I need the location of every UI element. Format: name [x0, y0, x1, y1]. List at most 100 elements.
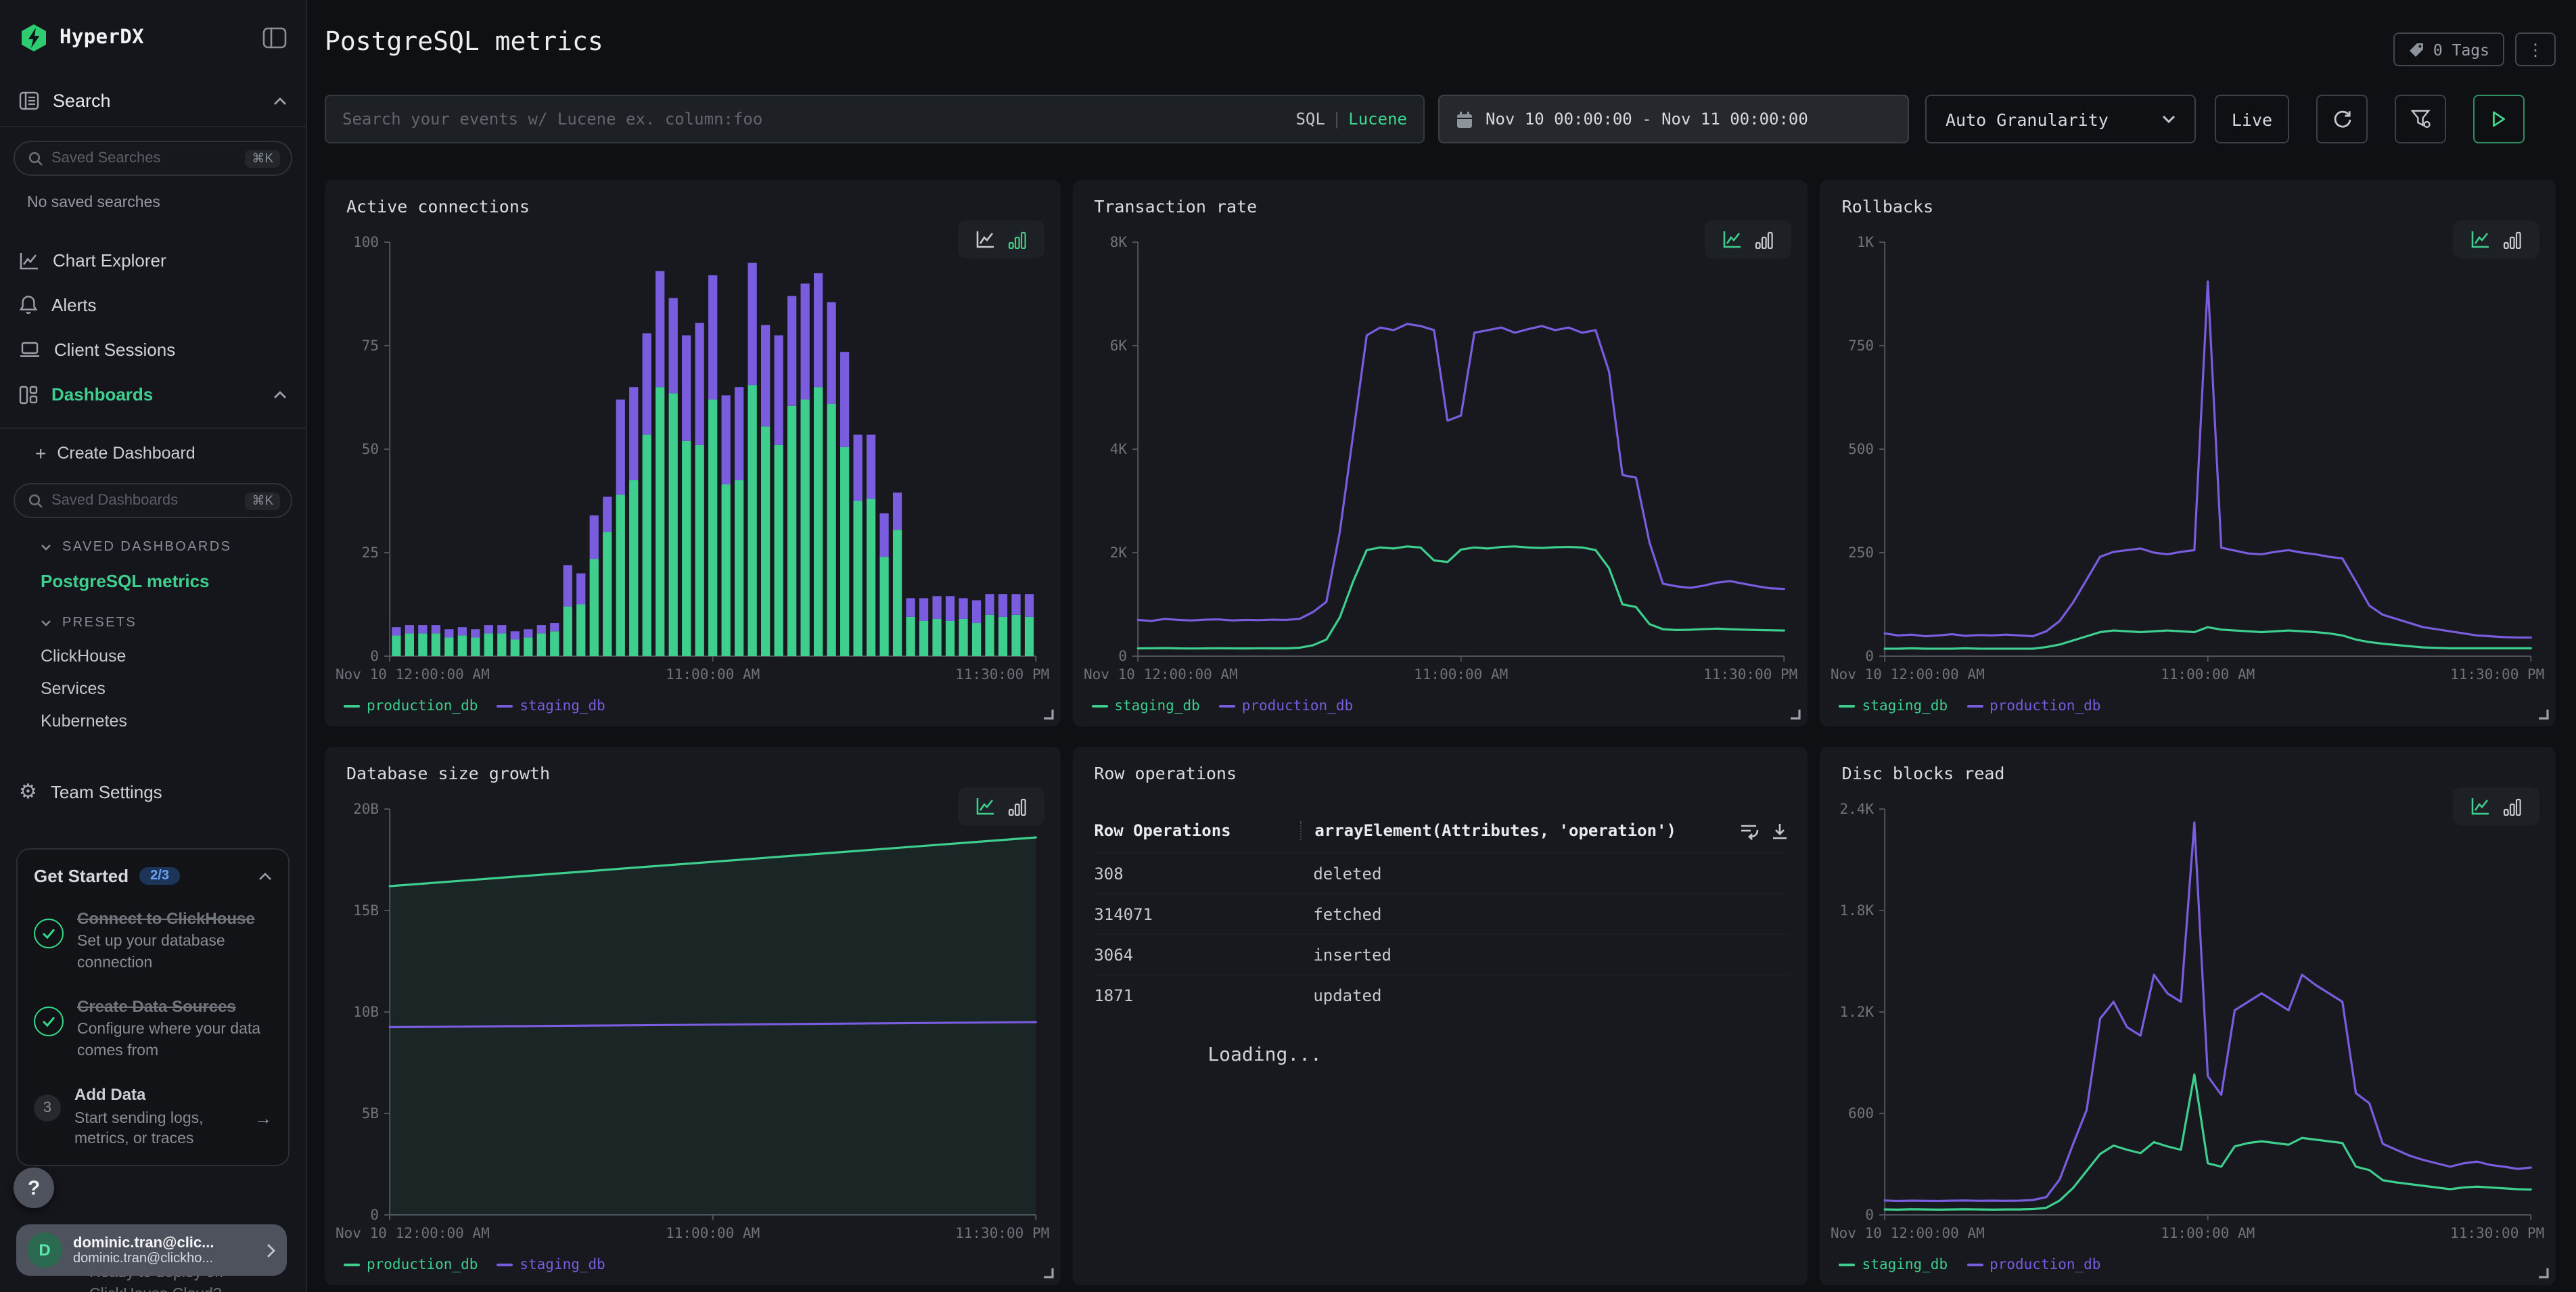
- panel-resize-handle[interactable]: [2537, 708, 2549, 720]
- table-row[interactable]: 3064inserted: [1094, 933, 1789, 974]
- refresh-button[interactable]: [2316, 95, 2368, 143]
- svg-text:100: 100: [353, 233, 379, 250]
- chart-canvas[interactable]: 06001.2K1.8K2.4KNov 10 12:00:00 AM11:00:…: [1820, 747, 2556, 1285]
- get-started-item-add-data[interactable]: 3 Add Data Start sending logs, metrics, …: [34, 1084, 272, 1151]
- legend-item-staging-db[interactable]: staging_db: [1839, 1257, 1948, 1273]
- legend-item-staging-db[interactable]: staging_db: [497, 1257, 605, 1273]
- saved-searches-input[interactable]: Saved Searches ⌘K: [14, 141, 292, 176]
- bar-chart-toggle-icon: [2503, 798, 2522, 815]
- live-button[interactable]: Live: [2215, 95, 2289, 143]
- get-started-item-connect[interactable]: Connect to ClickHouse Set up your databa…: [34, 908, 272, 974]
- table-row[interactable]: 314071fetched: [1094, 893, 1789, 933]
- sidebar-item-alerts[interactable]: Alerts: [0, 283, 306, 327]
- table-row[interactable]: 308deleted: [1094, 852, 1789, 893]
- chart-type-toggle: [957, 221, 1044, 258]
- table-cell-operation: updated: [1313, 986, 1724, 1005]
- chevron-up-icon[interactable]: [258, 872, 272, 880]
- table-col1-header[interactable]: Row Operations: [1094, 821, 1313, 840]
- sidebar-item-label: Client Sessions: [54, 340, 287, 360]
- chart-type-toggle: [2453, 221, 2539, 258]
- panel-resize-handle[interactable]: [2537, 1266, 2549, 1278]
- sidebar-item-kubernetes[interactable]: Kubernetes: [0, 705, 306, 737]
- lucene-toggle[interactable]: Lucene: [1348, 110, 1407, 129]
- toggle-line-button[interactable]: [2470, 797, 2491, 816]
- sidebar-item-dashboards[interactable]: Dashboards: [0, 372, 306, 417]
- panel-resize-handle[interactable]: [1789, 708, 1801, 720]
- chart-canvas[interactable]: 05B10B15B20BNov 10 12:00:00 AM11:00:00 A…: [325, 747, 1060, 1285]
- chart-canvas[interactable]: 02K4K6K8KNov 10 12:00:00 AM11:00:00 AM11…: [1072, 180, 1808, 726]
- granularity-select[interactable]: Auto Granularity: [1925, 95, 2196, 143]
- toggle-line-button[interactable]: [2470, 230, 2491, 249]
- arrow-right-icon: →: [254, 1107, 272, 1128]
- legend-item-production-db[interactable]: production_db: [344, 1257, 478, 1273]
- legend-label: staging_db: [520, 1257, 605, 1273]
- toggle-bar-button[interactable]: [2503, 798, 2522, 815]
- help-button[interactable]: ?: [14, 1168, 54, 1208]
- legend-item-production-db[interactable]: production_db: [344, 698, 478, 714]
- sql-toggle[interactable]: SQL: [1295, 110, 1325, 129]
- legend-swatch: [1839, 1264, 1856, 1266]
- user-name: dominic.tran@clic...: [73, 1235, 256, 1251]
- table-col2-header[interactable]: arrayElement(Attributes, 'operation'): [1300, 821, 1724, 840]
- filter-button[interactable]: [2395, 95, 2446, 143]
- legend-swatch: [1967, 705, 1983, 708]
- legend-item-production-db[interactable]: production_db: [1967, 698, 2100, 714]
- presets-header[interactable]: PRESETS: [0, 605, 306, 640]
- date-range-label: Nov 10 00:00:00 - Nov 11 00:00:00: [1486, 110, 1808, 129]
- panel-resize-handle[interactable]: [1041, 1266, 1053, 1278]
- legend-item-staging-db[interactable]: staging_db: [1091, 698, 1199, 714]
- search-placeholder: Search your events w/ Lucene ex. column:…: [342, 110, 1285, 129]
- saved-dashboards-header[interactable]: SAVED DASHBOARDS: [0, 529, 306, 564]
- get-started-item-sources[interactable]: Create Data Sources Configure where your…: [34, 996, 272, 1062]
- run-query-button[interactable]: [2473, 95, 2525, 143]
- get-started-item-label: Add Data: [74, 1084, 241, 1106]
- sidebar-item-team-settings[interactable]: ⚙ Team Settings: [0, 770, 306, 813]
- search-input[interactable]: Search your events w/ Lucene ex. column:…: [325, 95, 1425, 143]
- svg-text:2K: 2K: [1109, 544, 1127, 561]
- legend-item-production-db[interactable]: production_db: [1967, 1257, 2100, 1273]
- line-chart-toggle-icon: [2470, 797, 2491, 816]
- sidebar-item-chart-explorer[interactable]: Chart Explorer: [0, 238, 306, 283]
- legend-item-production-db[interactable]: production_db: [1219, 698, 1353, 714]
- legend-label: production_db: [1242, 698, 1353, 714]
- get-started-item-sub: Set up your database connection: [77, 932, 272, 974]
- sidebar-item-client-sessions[interactable]: Client Sessions: [0, 327, 306, 372]
- sidebar-item-services[interactable]: Services: [0, 672, 306, 705]
- kebab-menu-button[interactable]: ⋮: [2515, 32, 2556, 66]
- toggle-line-button[interactable]: [975, 230, 995, 249]
- svg-text:Nov 10 12:00:00 AM: Nov 10 12:00:00 AM: [1831, 666, 1985, 683]
- svg-text:600: 600: [1849, 1105, 1874, 1122]
- date-range-button[interactable]: Nov 10 00:00:00 - Nov 11 00:00:00: [1438, 95, 1909, 143]
- sidebar-collapse-icon[interactable]: [262, 27, 287, 49]
- toggle-line-button[interactable]: [975, 797, 995, 816]
- table-row[interactable]: 1871updated: [1094, 974, 1789, 1015]
- panel-resize-handle[interactable]: [1041, 708, 1053, 720]
- sidebar-section-search[interactable]: Search: [0, 76, 306, 127]
- legend-item-staging-db[interactable]: staging_db: [1839, 698, 1948, 714]
- svg-text:75: 75: [362, 337, 379, 354]
- loading-text: Loading...: [1208, 1044, 1789, 1066]
- toggle-bar-button[interactable]: [1007, 231, 1026, 248]
- saved-dashboards-input[interactable]: Saved Dashboards ⌘K: [14, 483, 292, 518]
- sidebar-item-postgresql-metrics[interactable]: PostgreSQL metrics: [0, 564, 306, 597]
- legend-item-staging-db[interactable]: staging_db: [497, 698, 605, 714]
- create-dashboard-button[interactable]: + Create Dashboard: [0, 429, 306, 478]
- chart-legend: production_db staging_db: [344, 698, 605, 714]
- sidebar-item-clickhouse[interactable]: ClickHouse: [0, 640, 306, 672]
- chart-canvas[interactable]: 0255075100Nov 10 12:00:00 AM11:00:00 AM1…: [325, 180, 1060, 726]
- toggle-line-button[interactable]: [1723, 230, 1743, 249]
- toggle-bar-button[interactable]: [2503, 231, 2522, 248]
- tags-button[interactable]: 0 Tags: [2394, 32, 2504, 66]
- chart-canvas[interactable]: 02505007501KNov 10 12:00:00 AM11:00:00 A…: [1820, 180, 2556, 726]
- svg-text:750: 750: [1849, 337, 1874, 354]
- hyperdx-logo-icon: [19, 23, 49, 53]
- svg-text:10B: 10B: [353, 1003, 379, 1020]
- user-card[interactable]: D dominic.tran@clic... dominic.tran@clic…: [16, 1224, 287, 1276]
- get-started-item-label: Connect to ClickHouse: [77, 908, 272, 929]
- toggle-bar-button[interactable]: [1007, 798, 1026, 815]
- chevron-up-icon[interactable]: [273, 97, 287, 105]
- svg-text:0: 0: [1866, 1206, 1874, 1223]
- toggle-bar-button[interactable]: [1755, 231, 1774, 248]
- svg-text:50: 50: [362, 440, 379, 457]
- chevron-up-icon[interactable]: [273, 390, 287, 398]
